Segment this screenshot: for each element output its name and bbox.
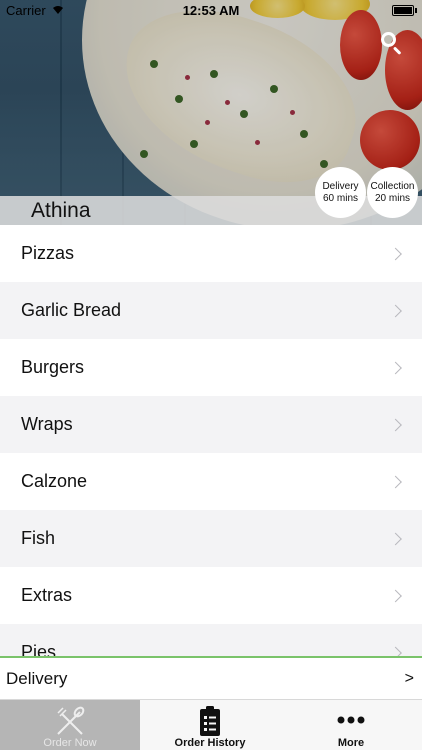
collection-badge-time: 20 mins (374, 192, 410, 204)
menu-item-label: Garlic Bread (21, 300, 122, 320)
status-bar: Carrier 12:53 AM (0, 0, 422, 22)
search-icon[interactable] (380, 31, 404, 55)
chevron-right-icon (389, 532, 402, 545)
chevron-right-icon (389, 304, 402, 317)
chevron-right-icon (389, 418, 402, 431)
menu-item-calzone[interactable]: Calzone (0, 453, 422, 510)
delivery-badge-title: Delivery (322, 180, 359, 192)
menu-item-label: Wraps (21, 414, 73, 434)
tab-order-now[interactable]: Order Now (0, 700, 140, 750)
restaurant-name: Athina (31, 199, 91, 222)
menu-category-list: Pizzas Garlic Bread Burgers Wraps Calzon… (0, 225, 422, 657)
menu-item-burgers[interactable]: Burgers (0, 339, 422, 396)
delivery-method-label: Delivery (6, 668, 68, 688)
collection-time-badge: Collection 20 mins (367, 167, 418, 218)
menu-item-label: Calzone (21, 471, 88, 491)
menu-item-garlic-bread[interactable]: Garlic Bread (0, 282, 422, 339)
menu-item-label: Pizzas (21, 243, 75, 263)
clipboard-list-icon (200, 706, 220, 736)
tab-label: Order Now (43, 737, 97, 749)
chevron-right-icon (389, 475, 402, 488)
menu-item-wraps[interactable]: Wraps (0, 396, 422, 453)
tab-label: Order History (174, 737, 246, 749)
delivery-time-badge: Delivery 60 mins (315, 167, 366, 218)
menu-item-label: Extras (21, 585, 73, 605)
menu-item-extras[interactable]: Extras (0, 567, 422, 624)
status-time: 12:53 AM (182, 3, 240, 18)
collection-badge-title: Collection (370, 180, 415, 192)
fork-spoon-icon (57, 706, 85, 735)
chevron-right-icon (389, 589, 402, 602)
menu-item-fish[interactable]: Fish (0, 510, 422, 567)
delivery-method-bar[interactable]: Delivery > (0, 656, 422, 699)
menu-item-label: Pies (21, 642, 57, 657)
menu-item-pizzas[interactable]: Pizzas (0, 225, 422, 282)
tab-more[interactable]: More (281, 700, 421, 750)
chevron-right-icon (389, 247, 402, 260)
menu-item-label: Burgers (21, 357, 85, 377)
menu-item-label: Fish (21, 528, 56, 548)
delivery-badge-time: 60 mins (322, 192, 358, 204)
more-dots-icon (337, 716, 365, 724)
menu-item-pies[interactable]: Pies (0, 624, 422, 657)
tab-bar: Order Now Order History More (0, 699, 422, 750)
chevron-right-icon: > (404, 669, 414, 687)
tab-label: More (337, 737, 365, 749)
battery-icon (392, 5, 414, 16)
chevron-right-icon (389, 361, 402, 374)
tab-order-history[interactable]: Order History (140, 700, 280, 750)
